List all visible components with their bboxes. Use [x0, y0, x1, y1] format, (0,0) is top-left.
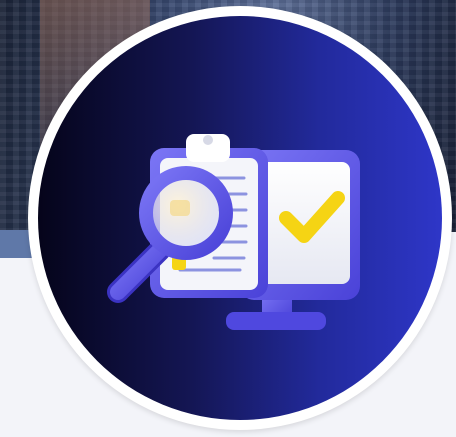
document-review-icon — [107, 134, 360, 330]
